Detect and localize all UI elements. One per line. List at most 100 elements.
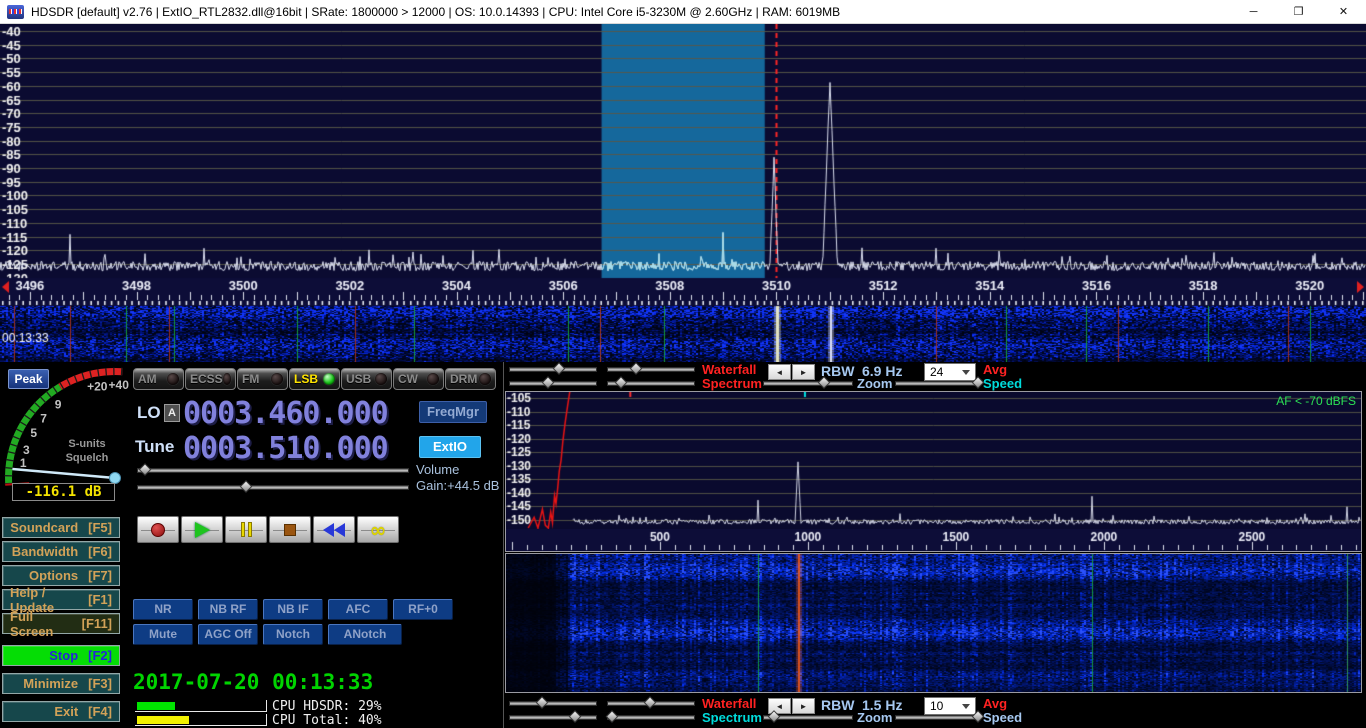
slider-thumb[interactable]	[818, 376, 831, 389]
rewind-button[interactable]	[313, 516, 355, 543]
mode-button-am[interactable]: AM	[133, 368, 184, 390]
rf-spectrum-and-waterfall[interactable]	[0, 24, 1366, 362]
slider-thumb[interactable]	[139, 463, 152, 476]
volume-label: Volume	[416, 462, 459, 477]
chevron-down-icon	[962, 370, 970, 375]
rf-spectrum-lower-slider[interactable]	[607, 377, 695, 389]
help-update-button[interactable]: Help / Update[F1]	[2, 589, 120, 610]
slider-thumb[interactable]	[606, 710, 619, 723]
led-icon	[167, 373, 179, 385]
nb-rf-button[interactable]: NB RF	[198, 599, 258, 620]
mute-button[interactable]: Mute	[133, 624, 193, 645]
svg-text:3: 3	[23, 443, 30, 457]
nr-button[interactable]: NR	[133, 599, 193, 620]
mode-button-ecss[interactable]: ECSS	[185, 368, 236, 390]
slider-thumb[interactable]	[553, 362, 566, 375]
svg-text:1: 1	[20, 456, 27, 470]
slider-thumb[interactable]	[535, 696, 548, 709]
lo-frequency-display[interactable]: 0003.460.000	[183, 396, 388, 431]
loop-button[interactable]: ∞	[357, 516, 399, 543]
mode-button-usb[interactable]: USB	[341, 368, 392, 390]
slider-thumb[interactable]	[239, 480, 252, 493]
afc-button[interactable]: AFC	[328, 599, 388, 620]
slider-track[interactable]	[137, 468, 409, 473]
datetime-display: 2017-07-20 00:13:33	[133, 670, 373, 694]
slider-thumb[interactable]	[644, 696, 657, 709]
minimize-app-button[interactable]: Minimize[F3]	[2, 673, 120, 694]
gain-slider[interactable]	[137, 481, 409, 493]
af-waterfall-lower-slider[interactable]	[607, 697, 695, 709]
tune-frequency-display[interactable]: 0003.510.000	[183, 431, 388, 466]
close-button[interactable]: ✕	[1321, 0, 1366, 23]
af-spectrum-lower-slider[interactable]	[607, 711, 695, 723]
zoom-label: Zoom	[857, 376, 892, 391]
slider-track[interactable]	[509, 715, 597, 720]
af-display-controls: Waterfall Spectrum ◄ ► RBW 1.5 Hz Zoom 1…	[505, 696, 1366, 726]
play-button[interactable]	[181, 516, 223, 543]
mode-button-lsb[interactable]: LSB	[289, 368, 340, 390]
af-waterfall-canvas[interactable]	[506, 554, 1361, 692]
stop-start-button[interactable]: Stop[F2]	[2, 645, 120, 666]
slider-track[interactable]	[763, 381, 853, 386]
slider-thumb[interactable]	[541, 376, 554, 389]
mode-button-drm[interactable]: DRM	[445, 368, 496, 390]
options-button[interactable]: Options[F7]	[2, 565, 120, 586]
anotch-button[interactable]: ANotch	[328, 624, 402, 645]
play-icon	[195, 522, 210, 538]
s-meter[interactable]: 13579+20+40 Peak S-units Squelch -116.1 …	[0, 362, 135, 507]
agc-button[interactable]: AGC Off	[198, 624, 258, 645]
rf-waterfall-lower-slider[interactable]	[607, 363, 695, 375]
bandwidth-button[interactable]: Bandwidth[F6]	[2, 541, 120, 562]
spectrum-label: Spectrum	[702, 710, 762, 725]
led-icon	[427, 373, 439, 385]
slider-track[interactable]	[607, 367, 695, 372]
minimize-button[interactable]: ─	[1231, 0, 1276, 23]
mode-button-cw[interactable]: CW	[393, 368, 444, 390]
slider-track[interactable]	[607, 715, 695, 720]
extio-button[interactable]: ExtIO	[419, 436, 481, 458]
volume-slider[interactable]	[137, 464, 409, 476]
cpu-total-bar	[135, 714, 267, 726]
freqmgr-button[interactable]: FreqMgr	[419, 401, 487, 423]
stop-playback-button[interactable]	[269, 516, 311, 543]
slider-track[interactable]	[895, 381, 981, 386]
rf-offset-button[interactable]: RF+0	[393, 599, 453, 620]
cpu-hdsdr-text: CPU HDSDR: 29%	[272, 699, 382, 714]
nb-if-button[interactable]: NB IF	[263, 599, 323, 620]
af-zoom-slider[interactable]	[763, 711, 853, 723]
slider-thumb[interactable]	[767, 710, 780, 723]
af-frequency-ruler[interactable]	[506, 529, 1361, 551]
slider-thumb[interactable]	[630, 362, 643, 375]
slider-track[interactable]	[137, 485, 409, 490]
full-screen-button[interactable]: Full Screen[F11]	[2, 613, 120, 634]
rf-spectrum-upper-slider[interactable]	[509, 377, 597, 389]
notch-button[interactable]: Notch	[263, 624, 323, 645]
slider-track[interactable]	[509, 701, 597, 706]
rewind-icon	[323, 523, 345, 537]
pause-button[interactable]	[225, 516, 267, 543]
af-spectrum-upper-slider[interactable]	[509, 711, 597, 723]
slider-thumb[interactable]	[615, 376, 628, 389]
record-button[interactable]	[137, 516, 179, 543]
mode-button-fm[interactable]: FM	[237, 368, 288, 390]
exit-button[interactable]: Exit[F4]	[2, 701, 120, 722]
s-units-label: S-units	[52, 438, 122, 450]
band-select-button[interactable]: A	[164, 404, 180, 422]
maximize-button[interactable]: ❐	[1276, 0, 1321, 23]
af-spectrum-canvas[interactable]	[506, 392, 1361, 529]
slider-thumb[interactable]	[569, 710, 582, 723]
rf-display-controls: Waterfall Spectrum ◄ ► RBW 6.9 Hz Zoom 2…	[505, 362, 1366, 392]
af-speed-slider[interactable]	[895, 711, 981, 723]
slider-track[interactable]	[895, 715, 981, 720]
zoom-label: Zoom	[857, 710, 892, 725]
af-waterfall-upper-slider[interactable]	[509, 697, 597, 709]
loop-icon: ∞	[370, 521, 387, 539]
rf-waterfall-upper-slider[interactable]	[509, 363, 597, 375]
rf-zoom-slider[interactable]	[763, 377, 853, 389]
led-icon	[375, 373, 387, 385]
led-icon	[223, 373, 231, 385]
spectrum-label: Spectrum	[702, 376, 762, 391]
peak-button[interactable]: Peak	[8, 369, 49, 389]
rf-speed-slider[interactable]	[895, 377, 981, 389]
soundcard-button[interactable]: Soundcard[F5]	[2, 517, 120, 538]
